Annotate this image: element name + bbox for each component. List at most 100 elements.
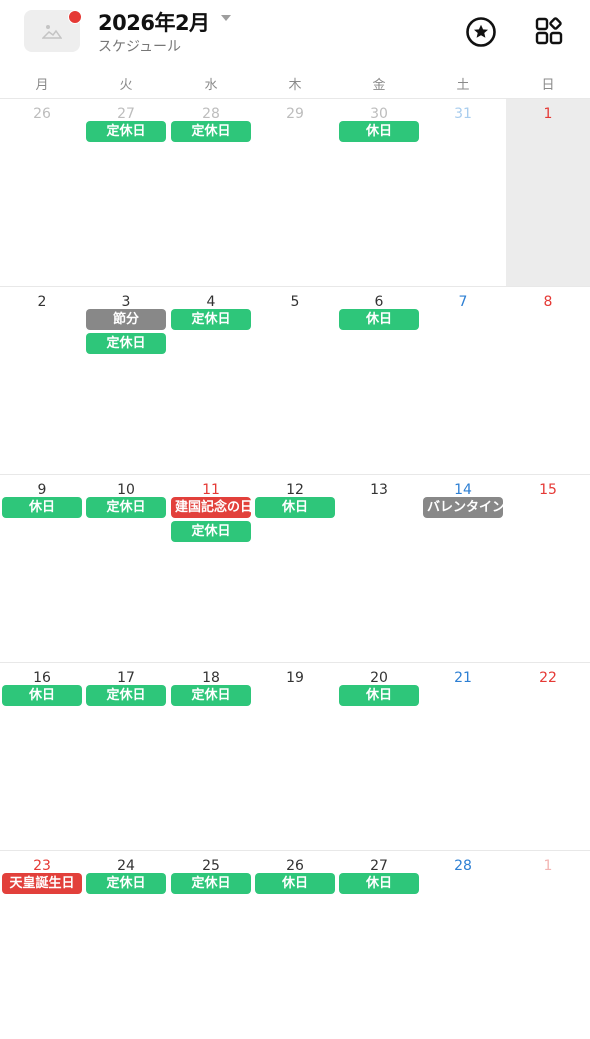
day-cell[interactable]: 24 定休日 <box>84 851 168 1039</box>
week-row: 2 3 節分 定休日 4 定休日 5 6 休日 7 8 <box>0 286 590 475</box>
day-number: 22 <box>539 670 557 686</box>
month-title[interactable]: 2026年2月 <box>98 7 210 37</box>
week-row: 23 天皇誕生日 24 定休日 25 定休日 26 休日 27 休日 28 1 <box>0 850 590 1039</box>
event-chip[interactable]: 定休日 <box>86 873 166 894</box>
weekday-label: 水 <box>204 78 218 93</box>
event-chip[interactable]: 節分 <box>86 309 166 330</box>
day-cell[interactable]: 28 定休日 <box>169 99 253 287</box>
day-cell[interactable]: 11 建国記念の日 定休日 <box>169 475 253 663</box>
day-cell[interactable]: 21 <box>421 663 505 851</box>
event-chip[interactable]: 休日 <box>2 497 82 518</box>
day-cell[interactable]: 8 <box>506 287 590 475</box>
day-cell[interactable]: 26 <box>0 99 84 287</box>
event-chip[interactable]: 定休日 <box>171 521 251 542</box>
weekday-label: 金 <box>372 78 386 93</box>
day-cell[interactable]: 19 <box>253 663 337 851</box>
day-cell[interactable]: 25 定休日 <box>169 851 253 1039</box>
day-number: 6 <box>374 294 384 310</box>
day-number: 13 <box>370 482 388 498</box>
day-number: 28 <box>454 858 472 874</box>
day-cell[interactable]: 29 <box>253 99 337 287</box>
day-cell[interactable]: 26 休日 <box>253 851 337 1039</box>
day-number: 16 <box>33 670 51 686</box>
weekday-header: 月 火 水 木 金 土 日 <box>0 70 590 98</box>
day-cell[interactable]: 27 定休日 <box>84 99 168 287</box>
day-cell[interactable]: 13 <box>337 475 421 663</box>
weekday-label: 土 <box>456 78 470 93</box>
day-number: 31 <box>454 106 472 122</box>
day-cell[interactable]: 15 <box>506 475 590 663</box>
event-chip[interactable]: 建国記念の日 <box>171 497 251 518</box>
event-chip[interactable]: 定休日 <box>86 333 166 354</box>
day-cell[interactable]: 6 休日 <box>337 287 421 475</box>
favorite-button[interactable] <box>465 16 497 48</box>
day-cell[interactable]: 7 <box>421 287 505 475</box>
weekday-label: 火 <box>119 78 133 93</box>
day-cell[interactable]: 2 <box>0 287 84 475</box>
day-number: 2 <box>37 294 47 310</box>
day-cell[interactable]: 12 休日 <box>253 475 337 663</box>
day-cell[interactable]: 20 休日 <box>337 663 421 851</box>
day-cell[interactable]: 28 <box>421 851 505 1039</box>
event-chip[interactable]: 休日 <box>339 685 419 706</box>
day-cell[interactable]: 27 休日 <box>337 851 421 1039</box>
day-cell[interactable]: 5 <box>253 287 337 475</box>
day-number: 25 <box>202 858 220 874</box>
event-chip[interactable]: 休日 <box>339 121 419 142</box>
day-number: 26 <box>33 106 51 122</box>
event-chip[interactable]: 定休日 <box>86 121 166 142</box>
event-chip[interactable]: 休日 <box>339 873 419 894</box>
day-number: 15 <box>539 482 557 498</box>
image-placeholder-icon <box>42 25 62 39</box>
day-cell[interactable]: 16 休日 <box>0 663 84 851</box>
event-chip[interactable]: 定休日 <box>171 309 251 330</box>
day-cell[interactable]: 1 <box>506 851 590 1039</box>
day-number: 18 <box>202 670 220 686</box>
event-chip[interactable]: 定休日 <box>171 121 251 142</box>
event-chip[interactable]: 定休日 <box>171 685 251 706</box>
day-cell[interactable]: 10 定休日 <box>84 475 168 663</box>
day-number: 28 <box>202 106 220 122</box>
event-chip[interactable]: 定休日 <box>86 497 166 518</box>
day-cell[interactable]: 3 節分 定休日 <box>84 287 168 475</box>
day-number: 12 <box>286 482 304 498</box>
day-number: 24 <box>117 858 135 874</box>
day-cell-today[interactable]: 1 <box>506 99 590 287</box>
day-number: 11 <box>202 482 220 498</box>
day-cell[interactable]: 22 <box>506 663 590 851</box>
day-number: 14 <box>454 482 472 498</box>
day-number: 10 <box>117 482 135 498</box>
event-chip[interactable]: 休日 <box>255 873 335 894</box>
day-cell[interactable]: 23 天皇誕生日 <box>0 851 84 1039</box>
day-number: 4 <box>206 294 216 310</box>
event-chip[interactable]: 休日 <box>2 685 82 706</box>
day-number: 26 <box>286 858 304 874</box>
apps-grid-icon <box>535 17 563 45</box>
event-chip[interactable]: 天皇誕生日 <box>2 873 82 894</box>
event-chip[interactable]: 休日 <box>255 497 335 518</box>
day-cell[interactable]: 14バレンタインデー <box>421 475 505 663</box>
day-cell[interactable]: 30 休日 <box>337 99 421 287</box>
weekday-label: 月 <box>35 78 49 93</box>
event-chip[interactable]: 休日 <box>339 309 419 330</box>
day-number: 9 <box>37 482 47 498</box>
event-chip[interactable]: 定休日 <box>171 873 251 894</box>
day-number: 1 <box>543 858 553 874</box>
day-cell[interactable]: 18 定休日 <box>169 663 253 851</box>
chevron-down-icon[interactable] <box>221 15 231 21</box>
day-cell[interactable]: 31 <box>421 99 505 287</box>
apps-button[interactable] <box>534 16 564 46</box>
week-row: 16 休日 17 定休日 18 定休日 19 20 休日 21 22 <box>0 662 590 851</box>
day-number: 29 <box>286 106 304 122</box>
week-row: 9休日10定休日11建国記念の日定休日12休日1314バレンタインデー15 <box>0 474 590 663</box>
event-chip[interactable]: バレンタインデー <box>423 497 503 518</box>
day-cell[interactable]: 4 定休日 <box>169 287 253 475</box>
day-cell[interactable]: 9 休日 <box>0 475 84 663</box>
star-circle-icon <box>466 17 496 47</box>
weekday-label: 日 <box>541 78 555 93</box>
calendar-name: スケジュール <box>98 39 182 55</box>
week-row: 26 27 定休日 28 定休日 29 30 休日 31 1 <box>0 98 590 287</box>
event-chip[interactable]: 定休日 <box>86 685 166 706</box>
day-cell[interactable]: 17 定休日 <box>84 663 168 851</box>
day-number: 8 <box>543 294 553 310</box>
